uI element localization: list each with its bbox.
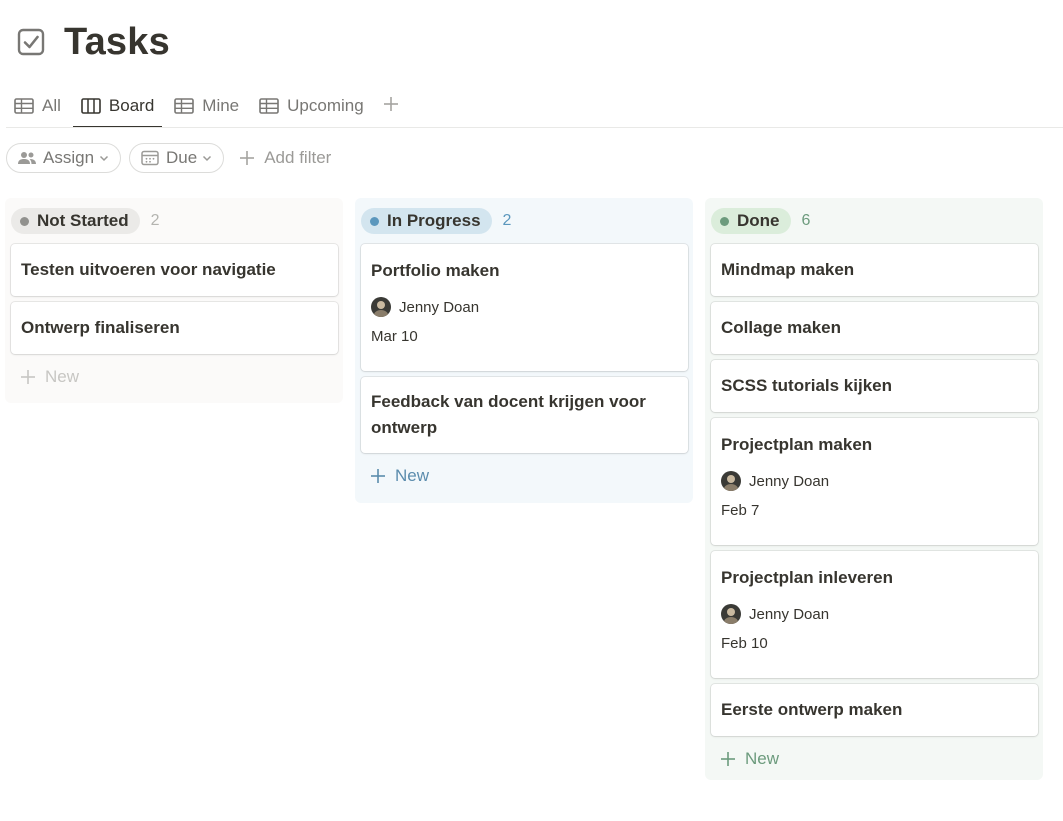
task-card[interactable]: Projectplan maken Jenny Doan Feb 7: [711, 418, 1038, 545]
card-title: Feedback van docent krijgen voor ontwerp: [371, 392, 646, 437]
status-label: Not Started: [37, 211, 129, 230]
card-title: Projectplan maken: [721, 435, 873, 454]
board-column-in-progress: In Progress 2 Portfolio maken Jenny Doan…: [355, 198, 693, 503]
tab-label: All: [42, 96, 61, 115]
page-header: Tasks: [16, 18, 170, 66]
assignee-name: Jenny Doan: [399, 298, 480, 316]
tabs-divider: [6, 127, 1063, 128]
task-card[interactable]: Eerste ontwerp maken: [711, 684, 1038, 736]
tab-label: Board: [108, 96, 155, 115]
tab-all[interactable]: All: [6, 84, 69, 128]
card-due-date: Mar 10: [371, 328, 418, 345]
assign-label: Assign: [43, 148, 95, 167]
checkbox-icon[interactable]: [16, 27, 46, 57]
card-title: Projectplan inleveren: [721, 568, 893, 587]
card-title: Eerste ontwerp maken: [721, 700, 903, 719]
plus-icon: [382, 95, 400, 118]
task-card[interactable]: Collage maken: [711, 302, 1038, 354]
filter-bar: Assign Due Add filter: [6, 143, 337, 173]
task-card[interactable]: SCSS tutorials kijken: [711, 360, 1038, 412]
column-header: Not Started 2: [11, 206, 338, 236]
card-title: Testen uitvoeren voor navigatie: [21, 260, 276, 279]
add-filter-label: Add filter: [264, 148, 332, 167]
status-pill[interactable]: Not Started: [11, 208, 140, 234]
card-assignee: Jenny Doan: [371, 296, 678, 318]
tab-board[interactable]: Board: [72, 84, 163, 128]
assignee-name: Jenny Doan: [749, 605, 830, 623]
board-column-not-started: Not Started 2 Testen uitvoeren voor navi…: [5, 198, 343, 403]
avatar: [371, 297, 391, 317]
card-due-date: Feb 7: [721, 502, 760, 519]
view-tabs: All Board Mine Upcoming: [6, 84, 406, 128]
table-icon: [174, 98, 195, 114]
card-title: Collage maken: [721, 318, 841, 337]
due-filter-button[interactable]: Due: [129, 143, 225, 173]
column-count: 2: [502, 212, 512, 229]
task-card[interactable]: Mindmap maken: [711, 244, 1038, 296]
due-label: Due: [166, 148, 198, 167]
card-due-date: Feb 10: [721, 635, 768, 652]
card-title: Mindmap maken: [721, 260, 855, 279]
status-pill[interactable]: Done: [711, 208, 791, 234]
avatar: [721, 471, 741, 491]
tab-label: Mine: [202, 96, 240, 115]
page-title: Tasks: [64, 20, 170, 63]
task-card[interactable]: Feedback van docent krijgen voor ontwerp: [361, 377, 688, 453]
add-view-button[interactable]: [376, 84, 406, 128]
new-label: New: [395, 466, 430, 485]
column-header: Done 6: [711, 206, 1038, 236]
status-dot: [20, 216, 29, 226]
column-count: 6: [801, 212, 811, 229]
new-label: New: [45, 367, 80, 386]
card-title: SCSS tutorials kijken: [721, 376, 892, 395]
tab-label: Upcoming: [287, 96, 364, 115]
assign-filter-button[interactable]: Assign: [6, 143, 122, 173]
task-card[interactable]: Ontwerp finaliseren: [11, 302, 338, 354]
tab-upcoming[interactable]: Upcoming: [251, 84, 372, 128]
new-label: New: [745, 749, 780, 768]
card-title: Ontwerp finaliseren: [21, 318, 180, 337]
task-card[interactable]: Projectplan inleveren Jenny Doan Feb 10: [711, 551, 1038, 678]
new-card-button[interactable]: New: [711, 742, 1038, 776]
status-pill[interactable]: In Progress: [361, 208, 492, 234]
people-icon: [17, 150, 37, 166]
avatar: [721, 604, 741, 624]
task-card[interactable]: Portfolio maken Jenny Doan Mar 10: [361, 244, 688, 371]
table-icon: [259, 98, 279, 114]
plus-icon: [238, 149, 256, 167]
status-dot: [370, 216, 379, 226]
card-title: Portfolio maken: [371, 261, 500, 280]
column-header: In Progress 2: [361, 206, 688, 236]
table-icon: [14, 98, 34, 114]
new-card-button[interactable]: New: [361, 459, 688, 493]
chevron-down-icon: [98, 152, 110, 164]
calendar-icon: [140, 150, 160, 166]
new-card-button[interactable]: New: [11, 360, 338, 394]
assignee-name: Jenny Doan: [749, 472, 830, 490]
plus-icon: [19, 368, 37, 386]
card-assignee: Jenny Doan: [721, 603, 1028, 625]
chevron-down-icon: [201, 152, 213, 164]
card-assignee: Jenny Doan: [721, 470, 1028, 492]
plus-icon: [719, 750, 737, 768]
status-label: In Progress: [387, 211, 481, 230]
task-card[interactable]: Testen uitvoeren voor navigatie: [11, 244, 338, 296]
board-icon: [81, 98, 101, 114]
plus-icon: [369, 467, 387, 485]
tab-mine[interactable]: Mine: [166, 84, 247, 128]
status-dot: [720, 216, 729, 226]
status-label: Done: [737, 211, 780, 230]
column-count: 2: [150, 212, 160, 229]
board-column-done: Done 6 Mindmap maken Collage maken SCSS …: [705, 198, 1043, 780]
add-filter-button[interactable]: Add filter: [232, 148, 337, 168]
